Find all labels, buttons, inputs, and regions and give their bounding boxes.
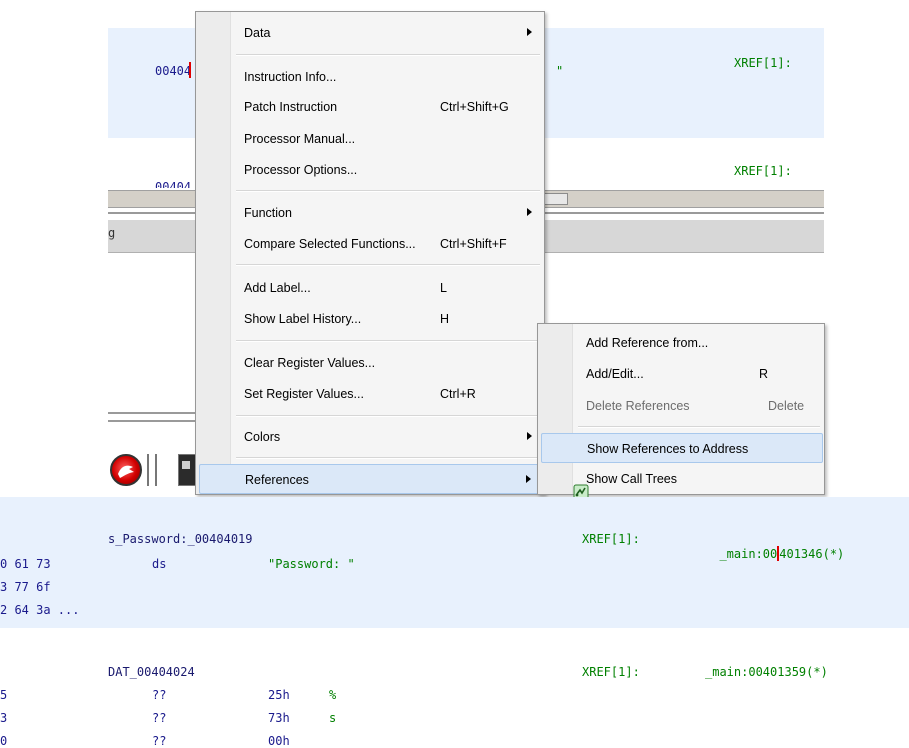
submenu-arrow-icon <box>527 208 532 216</box>
xref-reference-link[interactable]: _main:00401359(*) <box>705 665 828 679</box>
byte-row: 5 <box>0 688 8 702</box>
menu-item-show-label-history[interactable]: Show Label History... H <box>196 304 544 334</box>
menu-item-label: Processor Manual... <box>244 132 356 146</box>
panel-header-mark: g <box>108 226 116 240</box>
xref-label[interactable]: XREF[1]: <box>734 164 792 178</box>
mnemonic: ?? <box>152 688 167 702</box>
byte-row: 0 61 73 <box>0 557 51 571</box>
menu-item-colors[interactable]: Colors <box>196 422 544 452</box>
menu-item-label: Clear Register Values... <box>244 356 376 370</box>
string-value: "Password: " <box>268 557 355 571</box>
menu-item-label: Processor Options... <box>244 163 358 177</box>
shortcut-label: Delete <box>768 399 805 413</box>
menu-item-data[interactable]: Data <box>196 18 544 48</box>
char-value: % <box>329 688 337 702</box>
listing-highlight-bottom <box>0 497 909 628</box>
operand-value: 25h <box>268 688 290 702</box>
menu-item-function[interactable]: Function <box>196 198 544 228</box>
menu-item-set-register-values[interactable]: Set Register Values... Ctrl+R <box>196 379 544 409</box>
menu-item-label: References <box>245 473 309 487</box>
references-submenu: Add Reference from... Add/Edit... R Dele… <box>537 323 825 500</box>
menu-item-label: Add Label... <box>244 281 311 295</box>
shortcut-label: Ctrl+R <box>440 387 476 401</box>
menu-item-label: Patch Instruction <box>244 100 338 114</box>
listing-address[interactable]: 00404 <box>155 180 191 188</box>
mnemonic: ?? <box>152 711 167 725</box>
console-icon[interactable] <box>178 454 196 486</box>
menu-item-label: Set Register Values... <box>244 387 364 401</box>
taskbar-separator <box>147 454 157 486</box>
menu-item-patch-instruction[interactable]: Patch Instruction Ctrl+Shift+G <box>196 92 544 122</box>
submenu-arrow-icon <box>527 28 532 36</box>
byte-row: 0 <box>0 734 8 748</box>
menu-item-label: Add/Edit... <box>586 367 644 381</box>
xref-label[interactable]: XREF[1]: <box>734 56 792 70</box>
menu-item-add-edit[interactable]: Add/Edit... R <box>538 359 824 389</box>
menu-item-label: Show Label History... <box>244 312 362 326</box>
mnemonic: ds <box>152 557 167 571</box>
menu-item-label: Delete References <box>586 399 690 413</box>
shortcut-label: L <box>440 281 447 295</box>
menu-item-label: Show Call Trees <box>586 472 678 486</box>
menu-item-label: Data <box>244 26 271 40</box>
shortcut-label: Ctrl+Shift+F <box>440 237 507 251</box>
menu-item-show-references-to-address[interactable]: Show References to Address <box>541 433 823 463</box>
listing-label[interactable]: s_Password:_00404019 <box>108 532 253 546</box>
cursor-caret <box>189 62 191 78</box>
submenu-arrow-icon <box>526 475 531 483</box>
menu-item-references[interactable]: References <box>199 464 541 494</box>
menu-item-compare-functions[interactable]: Compare Selected Functions... Ctrl+Shift… <box>196 229 544 259</box>
menu-item-label: Add Reference from... <box>586 336 709 350</box>
ghidra-dragon-icon[interactable] <box>110 454 142 486</box>
shortcut-label: R <box>759 367 769 381</box>
menu-item-add-label[interactable]: Add Label... L <box>196 273 544 303</box>
mnemonic: ?? <box>152 734 167 748</box>
listing-quote: " <box>556 64 564 78</box>
shortcut-label: Ctrl+Shift+G <box>440 100 509 114</box>
menu-item-delete-references[interactable]: Delete References Delete <box>538 391 824 421</box>
byte-row: 2 64 3a ... <box>0 603 80 617</box>
scrollbar-thumb[interactable] <box>544 193 568 205</box>
menu-item-instruction-info[interactable]: Instruction Info... <box>196 62 544 92</box>
xref-reference-link[interactable]: _main:00 401346(*) <box>705 532 844 561</box>
xref-label[interactable]: XREF[1]: <box>582 665 640 679</box>
xref-reference-part: 401346(*) <box>779 547 845 561</box>
menu-item-add-reference-from[interactable]: Add Reference from... <box>538 328 824 358</box>
xref-reference-part: _main:00 <box>719 547 778 561</box>
menu-item-label: Colors <box>244 430 281 444</box>
menu-item-label: Function <box>244 206 292 220</box>
operand-value: 00h <box>268 734 290 748</box>
submenu-arrow-icon <box>527 432 532 440</box>
menu-item-show-call-trees[interactable]: Show Call Trees <box>538 464 824 500</box>
byte-row: 3 77 6f <box>0 580 51 594</box>
operand-value: 73h <box>268 711 290 725</box>
menu-item-clear-register-values[interactable]: Clear Register Values... <box>196 348 544 378</box>
panel-divider <box>108 412 198 422</box>
menu-item-label: Show References to Address <box>587 442 749 456</box>
char-value: s <box>329 711 337 725</box>
listing-label[interactable]: DAT_00404024 <box>108 665 195 679</box>
menu-item-label: Compare Selected Functions... <box>244 237 416 251</box>
xref-label[interactable]: XREF[1]: <box>582 532 640 546</box>
menu-item-label: Instruction Info... <box>244 70 337 84</box>
context-menu: Data Instruction Info... Patch Instructi… <box>195 11 545 495</box>
byte-row: 3 <box>0 711 8 725</box>
shortcut-label: H <box>440 312 450 326</box>
menu-item-processor-options[interactable]: Processor Options... <box>196 155 544 185</box>
menu-item-processor-manual[interactable]: Processor Manual... <box>196 124 544 154</box>
call-tree-icon <box>552 470 589 500</box>
listing-address[interactable]: 00404 <box>155 64 191 78</box>
